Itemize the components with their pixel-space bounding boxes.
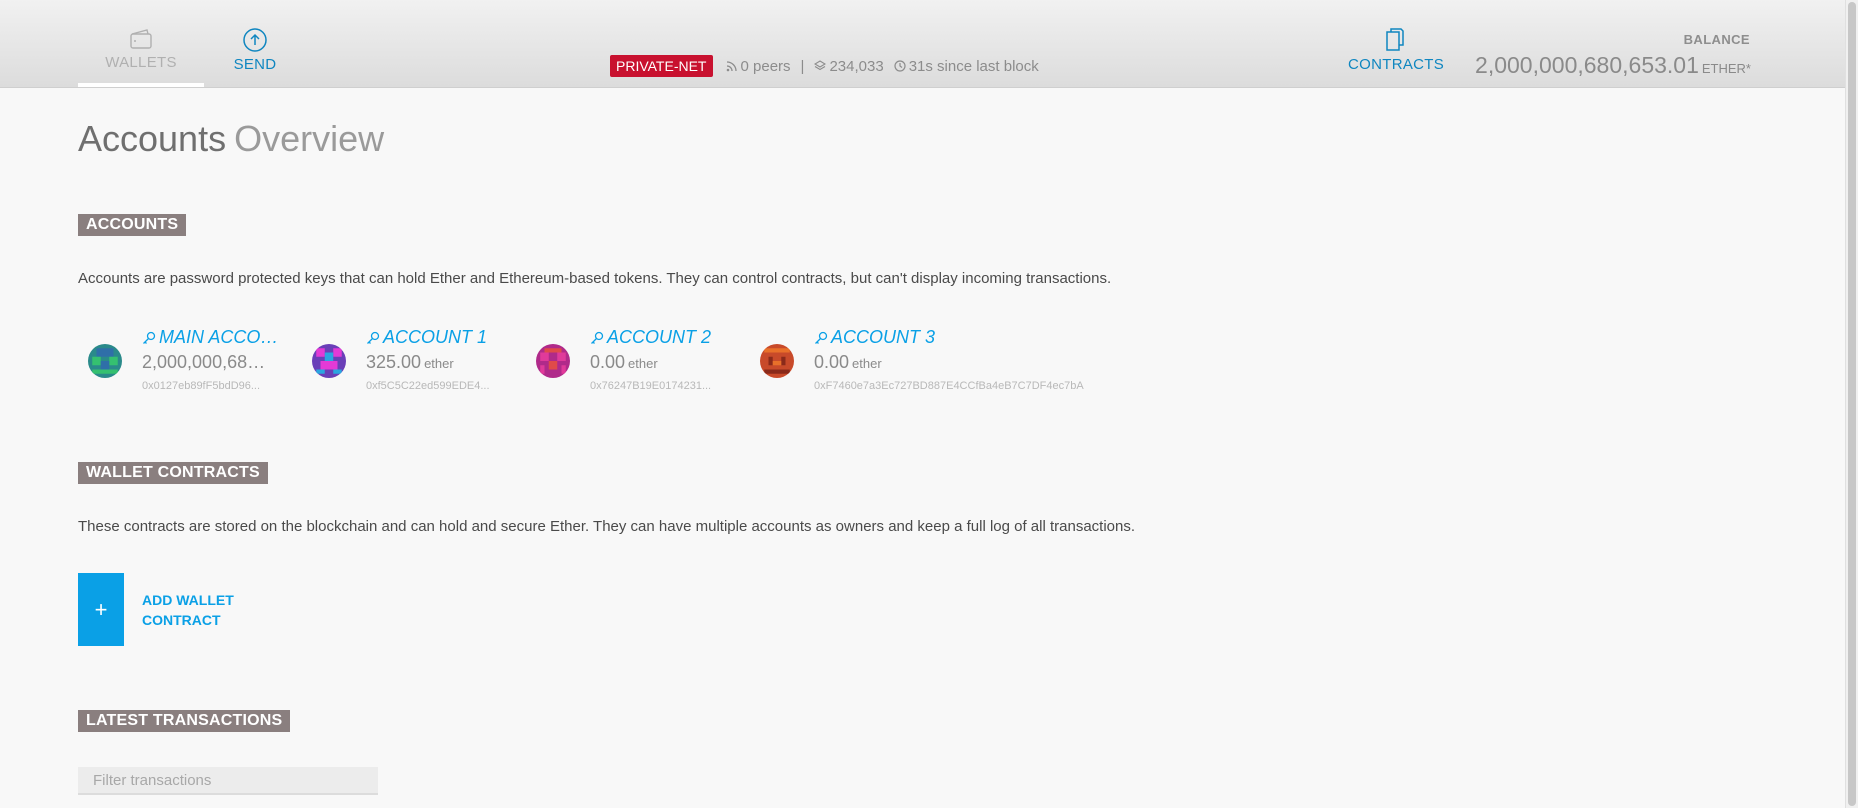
nav-contracts[interactable]: CONTRACTS <box>1348 28 1444 73</box>
plus-icon: + <box>94 596 108 622</box>
account-card-2[interactable]: ACCOUNT 2 0.00 ether 0x76247B19E0174231..… <box>526 325 726 395</box>
key-icon <box>143 331 156 344</box>
add-wallet-contract-link[interactable]: ADD WALLET CONTRACT <box>142 590 252 630</box>
scrollbar-thumb[interactable] <box>1848 2 1856 806</box>
wallet-contracts-description: These contracts are stored on the blockc… <box>78 518 1136 535</box>
account-balance-unit: ether <box>628 356 658 371</box>
network-status: PRIVATE-NET 0 peers | 234,033 31s since … <box>610 54 1049 78</box>
time-since-block: 31s since last block <box>908 57 1039 75</box>
nav-contracts-label: CONTRACTS <box>1348 56 1445 73</box>
clock-icon <box>894 60 906 72</box>
latest-transactions-heading: LATEST TRANSACTIONS <box>78 710 291 732</box>
block-number: 234,033 <box>829 57 884 75</box>
identicon-avatar <box>536 344 570 378</box>
page-title: Accounts Overview <box>78 118 384 160</box>
balance-value: 2,000,000,680,653.01 <box>1475 52 1699 78</box>
block-status: 234,033 <box>814 57 884 75</box>
page-title-main: Accounts <box>78 118 227 159</box>
wallet-contracts-heading: WALLET CONTRACTS <box>78 462 268 484</box>
layers-icon <box>814 60 827 71</box>
account-card-3[interactable]: ACCOUNT 3 0.00 ether 0xF7460e7a3Ec727BD88… <box>750 325 1084 395</box>
account-address: 0xf5C5C22ed599EDE4... <box>366 380 490 392</box>
identicon-avatar <box>312 344 346 378</box>
network-badge: PRIVATE-NET <box>610 55 713 77</box>
total-balance: 2,000,000,680,653.01 ETHER* <box>1475 52 1751 79</box>
account-name-text: MAIN ACCOUNT <box>159 327 282 347</box>
top-bar: WALLETS SEND PRIVATE-NET 0 peers | 234,0… <box>0 0 1846 88</box>
peers-count: 0 peers <box>740 57 791 75</box>
signal-icon <box>726 61 737 72</box>
account-name[interactable]: MAIN ACCOUNT <box>142 327 282 348</box>
account-card-main[interactable]: MAIN ACCOUNT 2,000,000,680,653.01 0x0127… <box>78 325 282 395</box>
filter-transactions-input[interactable] <box>78 767 378 795</box>
account-name-text: ACCOUNT 2 <box>607 327 712 347</box>
account-balance: 0.00 ether <box>590 352 720 373</box>
last-block-status: 31s since last block <box>894 58 1039 75</box>
documents-icon <box>1386 28 1404 51</box>
account-name[interactable]: ACCOUNT 1 <box>366 327 506 348</box>
account-address: 0xF7460e7a3Ec727BD887E4CCfBa4eB7C7DF4ec7… <box>814 380 1084 392</box>
identicon-avatar <box>88 344 122 378</box>
balance-label: BALANCE <box>1683 32 1750 47</box>
accounts-description: Accounts are password protected keys tha… <box>78 270 1112 287</box>
account-address: 0x76247B19E0174231... <box>590 380 712 392</box>
key-icon <box>591 331 604 344</box>
nav-wallets-label: WALLETS <box>105 54 177 71</box>
account-balance-unit: ether <box>424 356 454 371</box>
account-name[interactable]: ACCOUNT 3 <box>814 327 954 348</box>
balance-unit: ETHER* <box>1701 61 1751 76</box>
account-name[interactable]: ACCOUNT 2 <box>590 327 730 348</box>
account-address: 0x0127eb89fF5bdD96... <box>142 380 261 392</box>
account-balance-value: 2,000,000,680,653.01 <box>142 352 272 372</box>
account-balance-value: 0.00 <box>814 352 850 372</box>
account-balance: 325.00 ether <box>366 352 496 373</box>
status-separator: | <box>800 57 805 75</box>
scrollbar[interactable] <box>1845 0 1858 808</box>
nav-send[interactable]: SEND <box>222 28 288 73</box>
arrow-up-circle-icon <box>243 28 267 52</box>
identicon-avatar <box>760 344 794 378</box>
nav-wallets[interactable]: WALLETS <box>78 28 204 87</box>
account-name-text: ACCOUNT 1 <box>383 327 488 347</box>
account-card-1[interactable]: ACCOUNT 1 325.00 ether 0xf5C5C22ed599EDE4… <box>302 325 502 395</box>
account-balance-value: 325.00 <box>366 352 422 372</box>
accounts-heading: ACCOUNTS <box>78 214 187 236</box>
account-balance-value: 0.00 <box>590 352 626 372</box>
nav-send-label: SEND <box>233 56 277 73</box>
account-balance: 2,000,000,680,653.01 <box>142 352 272 373</box>
account-name-text: ACCOUNT 3 <box>831 327 936 347</box>
wallet-icon <box>130 29 152 49</box>
account-balance-unit: ether <box>852 356 882 371</box>
key-icon <box>367 331 380 344</box>
account-balance: 0.00 ether <box>814 352 944 373</box>
add-wallet-contract-button[interactable]: + <box>78 573 124 646</box>
page-title-sub: Overview <box>234 118 385 159</box>
key-icon <box>815 331 828 344</box>
peers-status: 0 peers <box>726 58 791 75</box>
